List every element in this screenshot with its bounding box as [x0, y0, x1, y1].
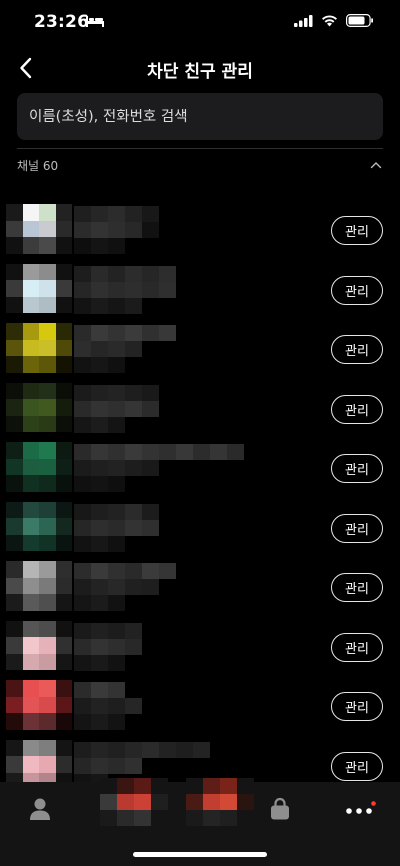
wifi-icon [322, 15, 337, 27]
avatar[interactable] [6, 617, 72, 675]
list-item: 관리 [0, 676, 400, 736]
manage-button[interactable]: 관리 [331, 216, 383, 245]
list-item: 관리 [0, 200, 400, 260]
friend-name-obscured [74, 325, 176, 373]
friend-name-obscured [74, 503, 159, 552]
manage-button[interactable]: 관리 [331, 632, 383, 662]
manage-button[interactable]: 관리 [331, 335, 383, 364]
notification-badge [371, 801, 376, 806]
manage-button[interactable]: 관리 [331, 692, 383, 721]
avatar[interactable] [6, 319, 72, 377]
friend-list: 관리 관리 관리 관리 관리 관리 관리 관리 관리 관리 [0, 200, 400, 795]
shopping-tab[interactable] [262, 782, 298, 836]
shopping-bag-icon [271, 797, 289, 820]
friend-name-obscured [74, 384, 159, 433]
manage-button[interactable]: 관리 [331, 454, 383, 483]
manage-button[interactable]: 관리 [331, 513, 383, 543]
list-item: 관리 [0, 557, 400, 617]
friend-name-obscured [74, 265, 176, 314]
avatar[interactable] [6, 498, 72, 556]
status-bar: 23:26 [0, 0, 400, 48]
list-item: 관리 [0, 617, 400, 677]
openchat-tab[interactable] [186, 778, 254, 836]
friend-name-obscured [74, 444, 244, 492]
avatar[interactable] [6, 438, 72, 496]
friend-name-obscured [74, 206, 159, 254]
person-icon [30, 798, 50, 820]
home-indicator [133, 852, 267, 857]
section-divider [17, 148, 383, 149]
list-item: 관리 [0, 438, 400, 498]
friend-name-obscured [74, 682, 142, 730]
page-title: 차단 친구 관리 [147, 62, 253, 82]
tab-bar [0, 778, 400, 866]
header: 차단 친구 관리 [0, 48, 400, 88]
friends-tab[interactable] [18, 782, 62, 836]
cellular-signal-icon [294, 14, 313, 27]
avatar[interactable] [6, 676, 72, 734]
manage-button[interactable]: 관리 [331, 394, 383, 424]
list-item: 관리 [0, 260, 400, 320]
section-header[interactable]: 채널 60 [17, 152, 383, 178]
section-label: 채널 60 [17, 158, 59, 173]
bed-icon [86, 16, 104, 27]
manage-button[interactable]: 관리 [331, 751, 383, 781]
search-input[interactable] [29, 108, 371, 125]
friend-name-obscured [74, 622, 142, 671]
list-item: 관리 [0, 379, 400, 439]
avatar[interactable] [6, 557, 72, 615]
manage-button[interactable]: 관리 [331, 275, 383, 305]
status-icons [294, 14, 374, 27]
openchat-tab-obscured-icon [186, 778, 254, 826]
list-item: 관리 [0, 498, 400, 558]
avatar[interactable] [6, 379, 72, 437]
chevron-up-icon[interactable] [369, 158, 383, 172]
search-box[interactable] [17, 93, 383, 140]
more-tab[interactable] [338, 782, 382, 836]
avatar[interactable] [6, 260, 72, 318]
chats-tab-obscured-icon [100, 778, 168, 826]
battery-icon [346, 14, 373, 27]
status-time: 23:26 [34, 12, 90, 32]
friend-name-obscured [74, 563, 176, 611]
chats-tab[interactable] [100, 778, 168, 836]
list-item: 관리 [0, 319, 400, 379]
manage-button[interactable]: 관리 [331, 573, 383, 602]
avatar[interactable] [6, 200, 72, 258]
more-dots-icon [346, 801, 376, 814]
